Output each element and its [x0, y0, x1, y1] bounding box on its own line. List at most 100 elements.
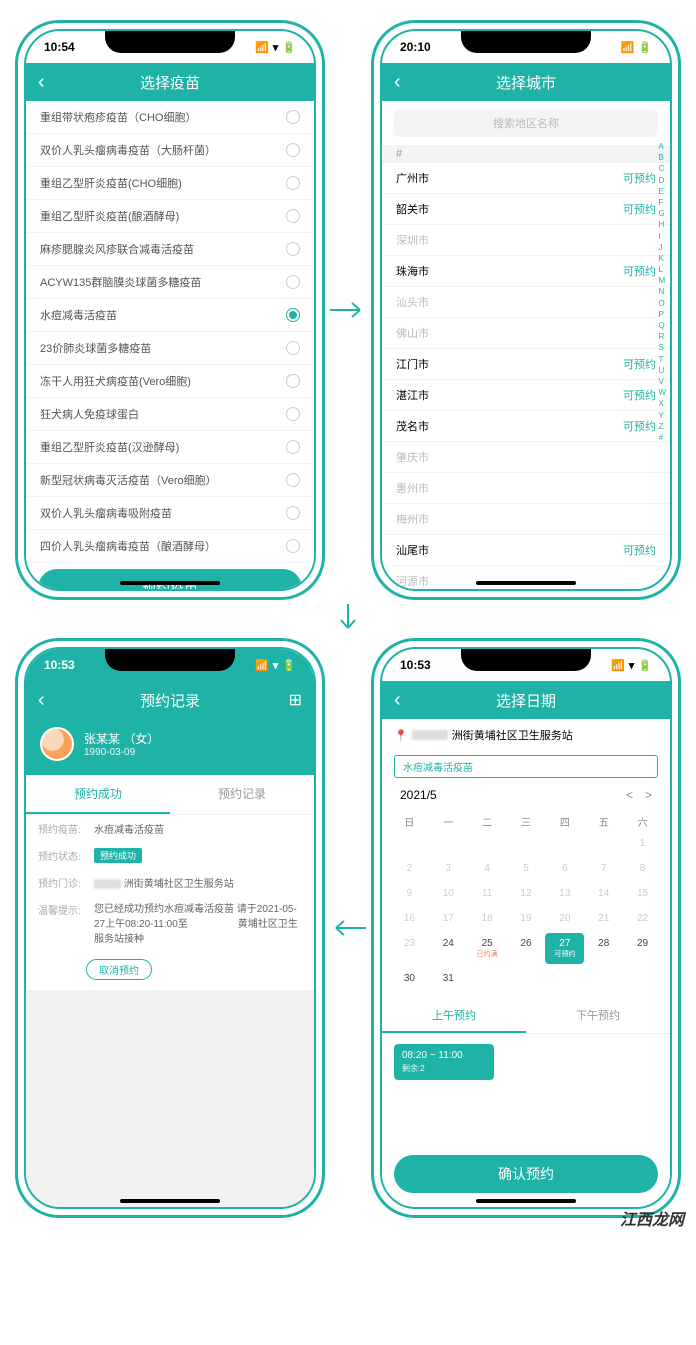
vaccine-item[interactable]: 重组乙型肝炎疫苗(酿酒酵母) [26, 200, 314, 233]
calendar-day[interactable]: 17 [429, 908, 468, 929]
calendar-day[interactable]: 31 [429, 968, 468, 989]
tab-success[interactable]: 预约成功 [26, 775, 170, 814]
alpha-index-letter[interactable]: P [658, 309, 666, 320]
alpha-index-letter[interactable]: F [658, 197, 666, 208]
alpha-index-letter[interactable]: M [658, 275, 666, 286]
home-indicator[interactable] [120, 1199, 220, 1203]
radio-icon[interactable] [286, 176, 300, 190]
calendar-day[interactable]: 23 [390, 933, 429, 964]
alpha-index-letter[interactable]: H [658, 219, 666, 230]
alpha-index-letter[interactable]: X [658, 398, 666, 409]
radio-icon[interactable] [286, 407, 300, 421]
vaccine-item[interactable]: 麻疹腮腺炎风疹联合减毒活疫苗 [26, 233, 314, 266]
alpha-index-letter[interactable]: L [658, 264, 666, 275]
alpha-index-letter[interactable]: N [658, 286, 666, 297]
calendar-day[interactable]: 12 [507, 883, 546, 904]
alpha-index-letter[interactable]: S [658, 342, 666, 353]
calendar-day[interactable]: 20 [545, 908, 584, 929]
vaccine-item[interactable]: 双价人乳头瘤病毒吸附疫苗 [26, 497, 314, 530]
vaccine-item[interactable]: ACYW135群脑膜炎球菌多糖疫苗 [26, 266, 314, 299]
search-input[interactable]: 搜索地区名称 [394, 109, 658, 137]
radio-icon[interactable] [286, 506, 300, 520]
radio-icon[interactable] [286, 242, 300, 256]
alpha-index-letter[interactable]: Y [658, 410, 666, 421]
tab-record[interactable]: 预约记录 [170, 775, 314, 814]
calendar-day[interactable]: 26 [507, 933, 546, 964]
alpha-index-letter[interactable]: R [658, 331, 666, 342]
vaccine-item[interactable]: 四价人乳头瘤病毒疫苗（酿酒酵母） [26, 530, 314, 563]
reserve-button[interactable]: 预约疫苗 [38, 569, 302, 589]
alpha-index-letter[interactable]: Q [658, 320, 666, 331]
time-slot-card[interactable]: 08:20 ~ 11:00剩余:2 [394, 1044, 494, 1080]
vaccine-item[interactable]: 新型冠状病毒灭活疫苗（Vero细胞） [26, 464, 314, 497]
calendar-day[interactable]: 4 [468, 858, 507, 879]
radio-icon[interactable] [286, 539, 300, 553]
alpha-index-letter[interactable]: O [658, 298, 666, 309]
alpha-index-letter[interactable]: J [658, 242, 666, 253]
alpha-index-letter[interactable]: D [658, 175, 666, 186]
radio-icon[interactable] [286, 143, 300, 157]
calendar-day[interactable]: 19 [507, 908, 546, 929]
qr-icon[interactable]: ⊞ [289, 690, 302, 710]
calendar-day[interactable]: 11 [468, 883, 507, 904]
calendar-day[interactable]: 22 [623, 908, 662, 929]
calendar-day[interactable]: 25已约满 [468, 933, 507, 964]
calendar-day[interactable]: 1 [623, 833, 662, 854]
radio-icon[interactable] [286, 275, 300, 289]
vaccine-item[interactable]: 冻干人用狂犬病疫苗(Vero细胞) [26, 365, 314, 398]
alpha-index-letter[interactable]: I [658, 231, 666, 242]
cancel-button[interactable]: 取消预约 [86, 959, 152, 980]
alpha-index-letter[interactable]: T [658, 354, 666, 365]
confirm-button[interactable]: 确认预约 [394, 1155, 658, 1193]
calendar-day[interactable]: 7 [584, 858, 623, 879]
alpha-index-letter[interactable]: Z [658, 421, 666, 432]
calendar-day[interactable]: 14 [584, 883, 623, 904]
alpha-index-letter[interactable]: K [658, 253, 666, 264]
vaccine-item[interactable]: 重组乙型肝炎疫苗(汉逊酵母) [26, 431, 314, 464]
city-item[interactable]: 茂名市可预约 [382, 411, 670, 442]
radio-icon[interactable] [286, 308, 300, 322]
calendar-day[interactable]: 5 [507, 858, 546, 879]
radio-icon[interactable] [286, 110, 300, 124]
radio-icon[interactable] [286, 440, 300, 454]
calendar-day[interactable]: 6 [545, 858, 584, 879]
home-indicator[interactable] [476, 581, 576, 585]
city-item[interactable]: 湛江市可预约 [382, 380, 670, 411]
city-item[interactable]: 广州市可预约 [382, 163, 670, 194]
vaccine-item[interactable]: 重组乙型肝炎疫苗(CHO细胞) [26, 167, 314, 200]
city-item[interactable]: 珠海市可预约 [382, 256, 670, 287]
month-prev-icon[interactable]: < [626, 788, 633, 802]
vaccine-item[interactable]: 23价肺炎球菌多糖疫苗 [26, 332, 314, 365]
alpha-index-letter[interactable]: A [658, 141, 666, 152]
city-item[interactable]: 韶关市可预约 [382, 194, 670, 225]
alpha-index-letter[interactable]: E [658, 186, 666, 197]
back-icon[interactable]: ‹ [38, 71, 45, 94]
calendar-day[interactable]: 16 [390, 908, 429, 929]
alpha-index-letter[interactable]: B [658, 152, 666, 163]
calendar-day[interactable]: 18 [468, 908, 507, 929]
back-icon[interactable]: ‹ [394, 71, 401, 94]
city-item[interactable]: 汕尾市可预约 [382, 535, 670, 566]
calendar-day[interactable]: 28 [584, 933, 623, 964]
calendar-day[interactable]: 3 [429, 858, 468, 879]
alpha-index[interactable]: ABCDEFGHIJKLMNOPQRSTUVWXYZ# [658, 141, 666, 443]
calendar-day[interactable]: 8 [623, 858, 662, 879]
calendar-day[interactable]: 30 [390, 968, 429, 989]
calendar-day[interactable]: 13 [545, 883, 584, 904]
alpha-index-letter[interactable]: U [658, 365, 666, 376]
back-icon[interactable]: ‹ [394, 689, 401, 712]
radio-icon[interactable] [286, 209, 300, 223]
calendar-day[interactable]: 9 [390, 883, 429, 904]
calendar-day[interactable]: 21 [584, 908, 623, 929]
radio-icon[interactable] [286, 473, 300, 487]
calendar-day[interactable]: 10 [429, 883, 468, 904]
vaccine-item[interactable]: 双价人乳头瘤病毒疫苗（大肠杆菌） [26, 134, 314, 167]
calendar-day[interactable]: 2 [390, 858, 429, 879]
alpha-index-letter[interactable]: # [658, 432, 666, 443]
radio-icon[interactable] [286, 341, 300, 355]
alpha-index-letter[interactable]: C [658, 163, 666, 174]
vaccine-item[interactable]: 重组带状疱疹疫苗（CHO细胞） [26, 101, 314, 134]
city-item[interactable]: 江门市可预约 [382, 349, 670, 380]
calendar-day[interactable]: 24 [429, 933, 468, 964]
tab-am[interactable]: 上午预约 [382, 999, 526, 1033]
